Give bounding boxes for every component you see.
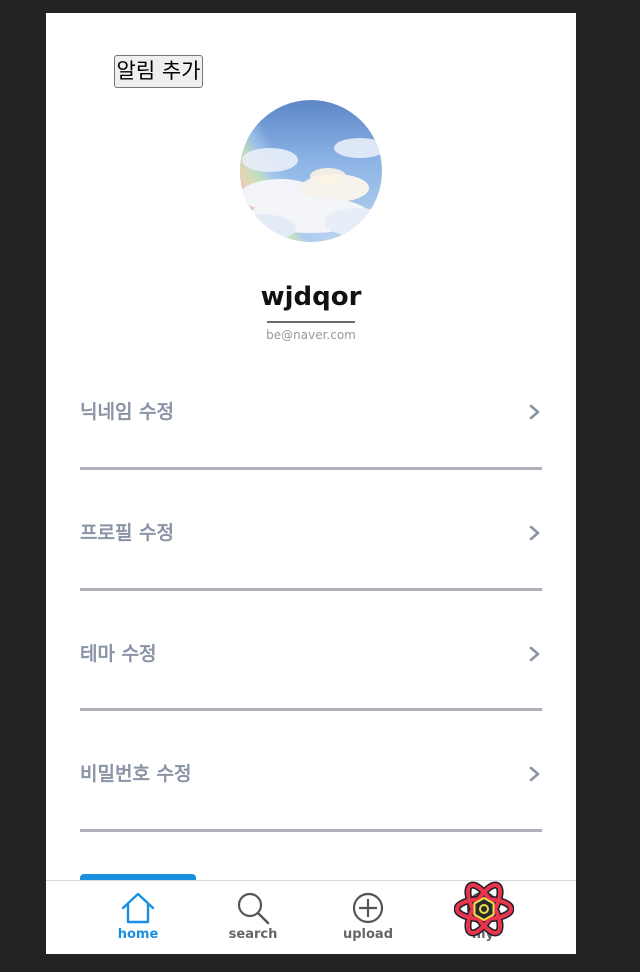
chevron-right-icon (529, 404, 540, 420)
profile-avatar[interactable] (240, 100, 382, 242)
search-icon (237, 892, 270, 925)
chevron-right-icon (529, 646, 540, 662)
menu-divider (80, 829, 542, 832)
menu-item-label: 닉네임 수정 (80, 401, 175, 423)
menu-item-label: 테마 수정 (80, 643, 157, 665)
user-email: be@naver.com (266, 328, 356, 342)
tab-label: home (117, 927, 159, 942)
chevron-right-icon (529, 766, 540, 782)
menu-item-edit-password[interactable]: 비밀번호 수정 (80, 759, 542, 789)
menu-divider (80, 708, 542, 711)
menu-divider (80, 467, 542, 470)
menu-item-edit-theme[interactable]: 테마 수정 (80, 639, 542, 669)
home-icon (121, 892, 155, 924)
menu-item-edit-nickname[interactable]: 닉네임 수정 (80, 397, 542, 427)
add-alarm-button[interactable]: 알림 추가 (114, 55, 203, 88)
tab-label: search (228, 927, 278, 942)
menu-item-label: 비밀번호 수정 (80, 763, 192, 785)
menu-item-edit-profile[interactable]: 프로필 수정 (80, 518, 542, 548)
rainbow-sky-image (240, 100, 382, 242)
menu-item-label: 프로필 수정 (80, 522, 175, 544)
chevron-right-icon (529, 525, 540, 541)
username-underline (267, 321, 355, 323)
tab-home[interactable]: home (98, 881, 178, 954)
react-devtools-icon[interactable] (454, 881, 514, 937)
menu-divider (80, 588, 542, 591)
username: wjdqor (260, 282, 362, 312)
plus-circle-icon (352, 892, 384, 924)
app-screen: 알림 추가 wjdqor be@naver.com 닉네임 수정 프로필 수정 … (46, 13, 576, 954)
tab-search[interactable]: search (213, 881, 293, 954)
tab-upload[interactable]: upload (328, 881, 408, 954)
tab-label: upload (342, 927, 394, 942)
